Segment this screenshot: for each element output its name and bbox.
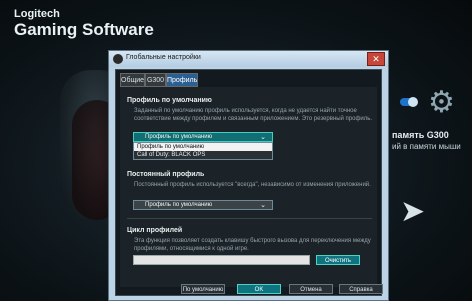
persistent-profile-heading: Постоянный профиль bbox=[127, 171, 205, 178]
persistent-profile-description: Постоянный профиль используется "всегда"… bbox=[134, 182, 371, 188]
profile-panel: Профиль по умолчанию Заданный по умолчан… bbox=[120, 87, 377, 287]
chevron-down-icon: ⌄ bbox=[260, 202, 266, 209]
cancel-button[interactable]: Отмена bbox=[289, 284, 333, 294]
tab-g300[interactable]: G300 bbox=[145, 73, 166, 87]
profile-cycle-heading: Цикл профилей bbox=[127, 227, 183, 234]
help-button[interactable]: Справка bbox=[339, 284, 383, 294]
tab-general[interactable]: Общие bbox=[120, 73, 145, 87]
profile-cycle-description: Эта функция позволяет создать клавишу бы… bbox=[134, 238, 371, 252]
dialog-client: Общие G300 Профиль Профиль по умолчанию … bbox=[115, 69, 382, 296]
defaults-button[interactable]: По умолчанию bbox=[181, 284, 225, 294]
default-profile-selected: Профиль по умолчанию bbox=[145, 134, 213, 140]
global-settings-dialog: Глобальные настройки ✕ Общие G300 Профил… bbox=[108, 50, 389, 301]
chevron-down-icon: ⌄ bbox=[260, 134, 266, 141]
divider bbox=[127, 218, 372, 219]
cursor-icon: ➤ bbox=[400, 195, 426, 228]
default-profile-heading: Профиль по умолчанию bbox=[127, 97, 212, 104]
default-profile-description: Заданный по умолчанию профиль использует… bbox=[134, 108, 373, 122]
default-profile-dropdown[interactable]: Профиль по умолчанию ⌄ bbox=[133, 132, 273, 142]
side-sublabel: ий в памяти мыши bbox=[392, 142, 461, 151]
persistent-profile-selected: Профиль по умолчанию bbox=[145, 202, 213, 208]
dialog-title: Глобальные настройки bbox=[126, 54, 201, 61]
default-profile-options: Профиль по умолчанию Call of Duty: BLACK… bbox=[133, 142, 273, 160]
close-button[interactable]: ✕ bbox=[367, 52, 385, 66]
ok-button[interactable]: OK bbox=[237, 284, 281, 294]
dialog-titlebar: Глобальные настройки ✕ bbox=[109, 51, 388, 67]
persistent-profile-dropdown[interactable]: Профиль по умолчанию ⌄ bbox=[133, 200, 273, 210]
brand-line2: Gaming Software bbox=[14, 20, 154, 39]
side-label: память G300 bbox=[392, 130, 449, 140]
profile-option-default[interactable]: Профиль по умолчанию bbox=[134, 143, 272, 151]
app-background: Logitech Gaming Software ⚙ память G300 и… bbox=[0, 0, 472, 301]
profile-option-cod[interactable]: Call of Duty: BLACK OPS bbox=[134, 151, 272, 159]
toggle-icon[interactable] bbox=[400, 97, 418, 107]
app-logo-icon bbox=[113, 54, 123, 64]
tab-profile[interactable]: Профиль bbox=[166, 73, 198, 87]
brand-line1: Logitech bbox=[14, 8, 60, 20]
clear-button[interactable]: Очистить bbox=[316, 255, 360, 265]
hotkey-input[interactable] bbox=[133, 255, 310, 265]
gear-icon[interactable]: ⚙ bbox=[428, 86, 462, 120]
